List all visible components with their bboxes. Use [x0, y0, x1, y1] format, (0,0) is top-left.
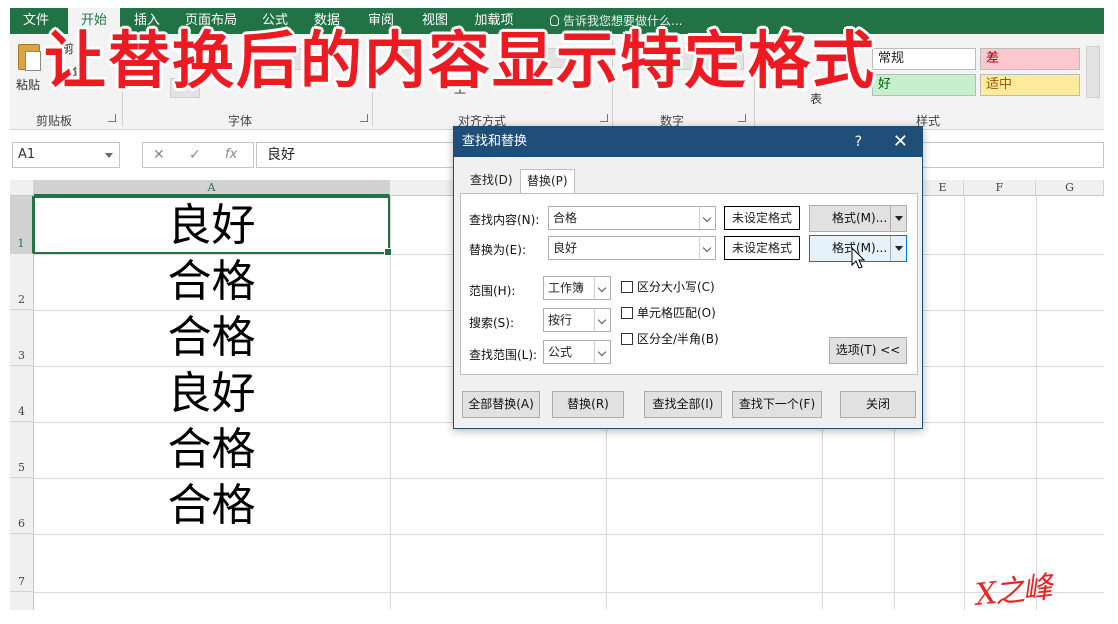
grid-line — [34, 592, 1104, 593]
search-select[interactable]: 按行 — [543, 308, 611, 332]
replace-with-label: 替换为(E): — [469, 243, 526, 257]
close-button[interactable]: 关闭 — [840, 391, 916, 418]
replace-with-value: 良好 — [553, 241, 578, 255]
row-header-1[interactable]: 1 — [10, 196, 34, 254]
find-what-input[interactable]: 合格 — [548, 206, 716, 230]
select-all-corner[interactable] — [10, 180, 34, 196]
find-format-label: 格式(M)... — [832, 211, 888, 225]
insert-function-icon[interactable]: fx — [225, 147, 237, 162]
column-header-a[interactable]: A — [34, 180, 390, 196]
look-in-select[interactable]: 公式 — [543, 340, 611, 364]
checkbox-icon[interactable] — [621, 307, 633, 319]
find-next-button[interactable]: 查找下一个(F) — [732, 391, 822, 418]
dialog-title: 查找和替换 — [454, 127, 922, 157]
match-byte-width-checkbox[interactable]: 区分全/半角(B) — [621, 330, 719, 347]
row-header-2[interactable]: 2 — [10, 254, 34, 310]
grid-line — [964, 196, 965, 610]
close-icon[interactable]: ✕ — [893, 127, 908, 157]
checkbox-icon[interactable] — [621, 333, 633, 345]
chevron-down-icon[interactable] — [699, 237, 715, 259]
search-value: 按行 — [548, 313, 573, 327]
chevron-down-icon[interactable] — [594, 277, 610, 299]
replace-all-button[interactable]: 全部替换(A) — [462, 391, 540, 418]
row-header-7[interactable]: 7 — [10, 534, 34, 592]
name-box-value: A1 — [18, 147, 36, 162]
row-header-5[interactable]: 5 — [10, 422, 34, 478]
find-what-label: 查找内容(N): — [469, 213, 540, 227]
look-in-value: 公式 — [548, 345, 573, 359]
style-normal[interactable]: 常规 — [872, 48, 976, 70]
cancel-icon[interactable]: ✕ — [153, 147, 165, 163]
tutorial-banner-title: 让替换后的内容显示特定格式 — [44, 24, 877, 97]
group-label-font: 字体 — [228, 114, 253, 128]
search-label: 搜索(S): — [469, 316, 515, 330]
font-launcher-icon[interactable] — [360, 114, 368, 122]
author-signature-logo: Ⅹ之峰 — [973, 570, 1053, 613]
match-entire-cell-checkbox[interactable]: 单元格匹配(O) — [621, 304, 716, 321]
cell-a3[interactable]: 合格 — [34, 312, 389, 364]
row-header-8[interactable] — [10, 592, 34, 610]
find-format-button[interactable]: 格式(M)... — [809, 205, 907, 232]
scope-label: 范围(H): — [469, 284, 516, 298]
chevron-down-icon[interactable] — [699, 207, 715, 229]
grid-line — [34, 478, 1104, 479]
alignment-launcher-icon[interactable] — [600, 114, 608, 122]
chevron-down-icon[interactable] — [890, 236, 906, 261]
grid-line — [34, 534, 1104, 535]
column-header-f[interactable]: F — [964, 180, 1036, 196]
row-header-3[interactable]: 3 — [10, 310, 34, 366]
row-header-6[interactable]: 6 — [10, 478, 34, 534]
scope-select[interactable]: 工作簿 — [543, 276, 611, 300]
style-good[interactable]: 好 — [872, 74, 976, 96]
grid-line — [390, 196, 391, 610]
scope-value: 工作簿 — [548, 281, 585, 295]
grid-line — [1036, 196, 1037, 610]
styles-scroll-button[interactable] — [1086, 46, 1100, 98]
paste-icon[interactable] — [18, 44, 41, 71]
mouse-cursor-icon — [851, 246, 866, 269]
enter-icon[interactable]: ✓ — [189, 147, 201, 163]
column-header-g[interactable]: G — [1036, 180, 1104, 196]
clipboard-launcher-icon[interactable] — [108, 114, 116, 122]
chevron-down-icon[interactable] — [105, 153, 113, 158]
find-what-value: 合格 — [553, 211, 578, 225]
column-header-e[interactable]: E — [922, 180, 964, 196]
tab-find[interactable]: 查找(D) — [464, 169, 519, 193]
style-bad[interactable]: 差 — [980, 48, 1080, 70]
look-in-label: 查找范围(L): — [469, 348, 538, 362]
match-case-checkbox[interactable]: 区分大小写(C) — [621, 278, 715, 295]
row-header-4[interactable]: 4 — [10, 366, 34, 422]
style-neutral[interactable]: 适中 — [980, 74, 1080, 96]
checkbox-icon[interactable] — [621, 281, 633, 293]
name-box[interactable]: A1 — [12, 142, 120, 168]
find-all-button[interactable]: 查找全部(I) — [644, 391, 722, 418]
active-cell-selection — [33, 196, 392, 256]
cell-a4[interactable]: 良好 — [34, 368, 389, 420]
replace-with-input[interactable]: 良好 — [548, 236, 716, 260]
cell-a2[interactable]: 合格 — [34, 256, 389, 308]
replace-format-preview: 未设定格式 — [724, 236, 800, 260]
number-launcher-icon[interactable] — [738, 114, 746, 122]
replace-panel: 查找内容(N): 合格 未设定格式 格式(M)... 替换为(E): 良好 未设… — [460, 193, 918, 375]
formula-buttons: ✕ ✓ fx — [142, 142, 254, 168]
replace-button[interactable]: 替换(R) — [552, 391, 624, 418]
cell-a6[interactable]: 合格 — [34, 480, 389, 532]
cell-a5[interactable]: 合格 — [34, 424, 389, 476]
chevron-down-icon[interactable] — [594, 309, 610, 331]
find-replace-dialog: 查找和替换 ? ✕ 查找(D) 替换(P) 查找内容(N): 合格 未设定格式 … — [453, 126, 923, 429]
chevron-down-icon[interactable] — [594, 341, 610, 363]
find-format-preview: 未设定格式 — [724, 206, 800, 230]
help-icon[interactable]: ? — [855, 127, 862, 157]
options-button[interactable]: 选项(T) << — [829, 337, 907, 364]
tab-replace[interactable]: 替换(P) — [520, 169, 575, 196]
paste-label[interactable]: 粘贴 — [16, 76, 40, 93]
group-label-clipboard: 剪贴板 — [36, 114, 73, 128]
chevron-down-icon[interactable] — [890, 206, 906, 231]
